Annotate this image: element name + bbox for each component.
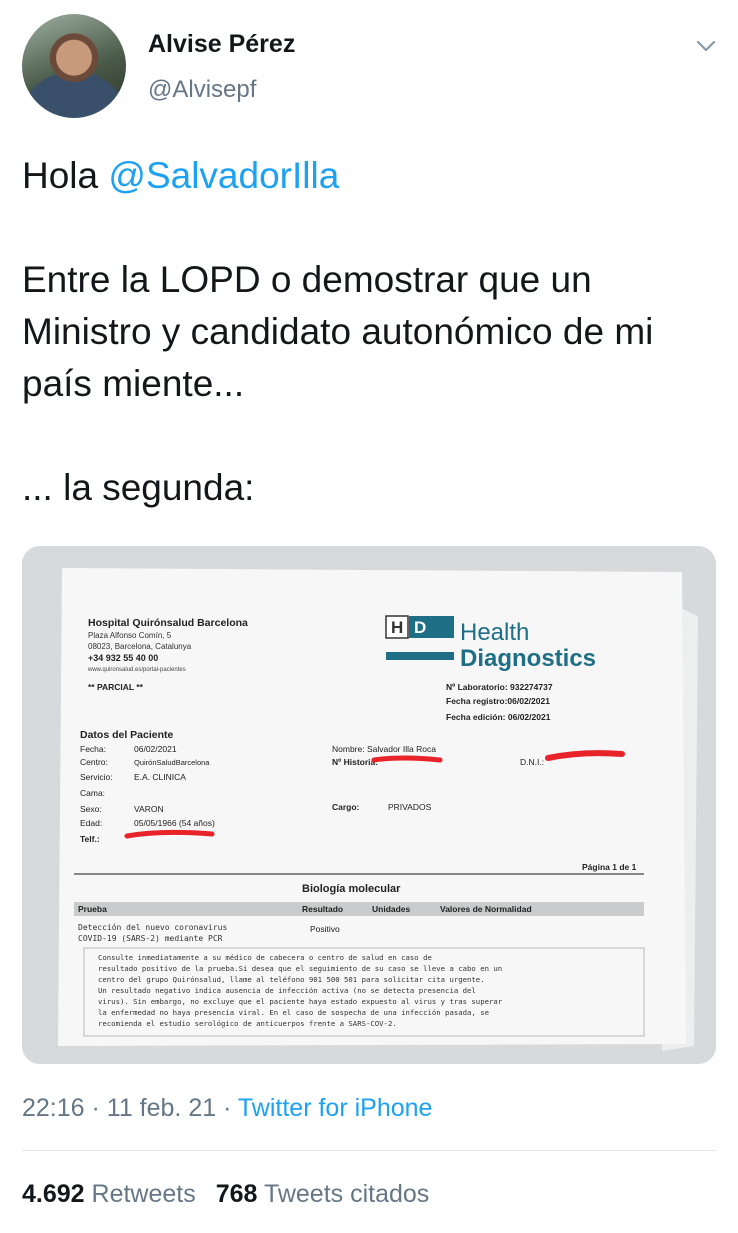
lab-number: Nº Laboratorio: 932274737 [446, 682, 553, 692]
author-handle[interactable]: @Alvisepf [148, 76, 256, 104]
redaction-history [371, 755, 443, 763]
mention-link[interactable]: @SalvadorIlla [108, 155, 339, 196]
field-label: Sexo: [80, 804, 102, 814]
edit-date: Fecha edición: 06/02/2021 [446, 712, 551, 722]
field-label: Cama: [80, 788, 105, 798]
hd-logo-stripe [386, 652, 454, 660]
col-header: Resultado [302, 904, 343, 914]
field-value: 06/02/2021 [134, 744, 177, 754]
note-line: Un resultado negativo indica ausencia de… [98, 986, 476, 995]
field-label: Telf.: [80, 834, 100, 844]
meta-separator: · [216, 1094, 238, 1122]
patient-name: Nombre: Salvador Illa Roca [332, 744, 436, 754]
tweet-greeting-line: Hola @SalvadorIlla [22, 150, 712, 202]
col-header: Valores de Normalidad [440, 904, 532, 914]
hospital-web: www.quironsalud.es/portal-pacientes [87, 667, 186, 673]
col-header: Unidades [372, 904, 411, 914]
field-label: Edad: [80, 818, 102, 828]
hospital-name: Hospital Quirónsalud Barcelona [88, 617, 248, 629]
hospital-phone: +34 932 55 40 00 [88, 653, 158, 663]
tweet-timestamp: 22:16 · 11 feb. 21 · Twitter for iPhone [22, 1094, 432, 1123]
note-line: virus). Sin embargo, no excluye que el p… [98, 997, 503, 1006]
hd-logo-letter-d: D [414, 618, 426, 637]
brand-diagnostics: Diagnostics [460, 645, 596, 672]
tweet-paragraph: ... la segunda: [22, 467, 255, 508]
hospital-address-2: 08023, Barcelona, Catalunya [88, 642, 192, 651]
quote-tweets-stat[interactable]: 768 Tweets citados [216, 1180, 430, 1208]
registration-date: Fecha registro:06/02/2021 [446, 696, 550, 706]
tweet-source-link[interactable]: Twitter for iPhone [238, 1094, 433, 1122]
field-label: Centro: [80, 757, 108, 767]
test-result: Positivo [310, 924, 340, 934]
note-line: resultado positivo de la prueba.Si desea… [98, 964, 502, 973]
tweet-time[interactable]: 22:16 [22, 1094, 85, 1122]
retweets-label: Retweets [91, 1180, 196, 1208]
tweet-image[interactable]: Hospital Quirónsalud Barcelona Plaza Alf… [22, 546, 716, 1064]
tweet-paragraph: Entre la LOPD o demostrar que un Ministr… [22, 259, 654, 404]
lab-report-photo: Hospital Quirónsalud Barcelona Plaza Alf… [22, 546, 716, 1064]
history-label: Nº Historia: [332, 757, 378, 767]
test-name-line-2: COVID-19 (SARS-2) mediante PCR [78, 934, 223, 943]
greeting-text: Hola [22, 155, 109, 196]
tweet-header: Alvise Pérez @Alvisepf [22, 14, 722, 118]
retweets-stat[interactable]: 4.692 Retweets [22, 1180, 196, 1208]
retweets-count: 4.692 [22, 1180, 85, 1208]
avatar[interactable] [22, 14, 126, 118]
note-line: recomienda el estudio serológico de anti… [98, 1019, 397, 1028]
chevron-down-icon[interactable] [694, 34, 718, 58]
table-header-bar [74, 902, 644, 916]
section-title: Biología molecular [302, 883, 401, 895]
patient-heading: Datos del Paciente [80, 729, 174, 741]
dni-label: D.N.I.: [520, 757, 544, 767]
partial-label: ** PARCIAL ** [88, 682, 144, 692]
note-line: centro del grupo Quirónsalud, llame al t… [98, 975, 485, 984]
quotes-count: 768 [215, 1180, 258, 1208]
notes-text: Consulte inmediatamente a su médico de c… [98, 953, 503, 1028]
col-header: Prueba [78, 904, 107, 914]
field-label: Fecha: [80, 744, 106, 754]
divider [22, 1150, 716, 1151]
field-value: VARON [134, 804, 164, 814]
note-line: Consulte inmediatamente a su médico de c… [98, 953, 432, 962]
test-name-line-1: Detección del nuevo coronavirus [78, 922, 227, 932]
note-line: la enfermedad no haya presencia viral. E… [98, 1008, 489, 1017]
meta-separator: · [84, 1094, 107, 1122]
field-label: Servicio: [80, 772, 113, 782]
page-number: Página 1 de 1 [582, 862, 637, 872]
brand-health: Health [460, 619, 529, 646]
tweet-date[interactable]: 11 feb. 21 [107, 1094, 216, 1122]
cargo-label: Cargo: [332, 802, 360, 812]
field-value: 05/05/1966 (54 años) [134, 818, 215, 828]
quotes-label: Tweets citados [263, 1180, 430, 1208]
hd-logo-letter-h: H [391, 618, 403, 637]
field-value: QuirónSaludBarcelona [134, 758, 210, 767]
tweet-stats: 4.692 Retweets 768 Tweets citados [22, 1180, 429, 1209]
author-name[interactable]: Alvise Pérez [148, 30, 295, 59]
tweet-text: Hola @SalvadorIlla Entre la LOPD o demos… [22, 150, 712, 566]
field-value: E.A. CLINICA [134, 772, 186, 782]
hospital-address-1: Plaza Alfonso Comín, 5 [88, 631, 172, 640]
cargo-value: PRIVADOS [388, 802, 432, 812]
